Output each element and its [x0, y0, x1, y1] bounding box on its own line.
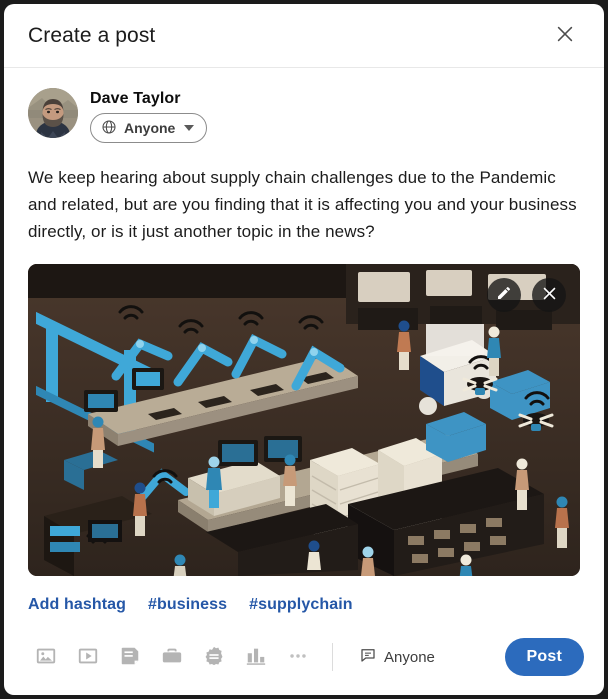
author-meta: Dave Taylor Anyone: [90, 88, 208, 143]
add-hashtag-link[interactable]: Add hashtag: [28, 596, 126, 614]
composer-toolbar: Anyone Post: [4, 623, 604, 695]
avatar[interactable]: [28, 88, 78, 138]
create-poll-button[interactable]: [236, 637, 276, 677]
add-document-button[interactable]: [110, 637, 150, 677]
briefcase-icon: [161, 645, 183, 670]
hashtag-bar: Add hashtag #business #supplychain: [4, 576, 604, 614]
document-icon: [119, 645, 141, 670]
add-video-button[interactable]: [68, 637, 108, 677]
author-name: Dave Taylor: [90, 90, 181, 107]
image-icon: [35, 645, 57, 670]
celebrate-button[interactable]: [194, 637, 234, 677]
comment-audience-selector[interactable]: Anyone: [349, 641, 445, 673]
dialog-header: Create a post: [4, 4, 604, 68]
close-icon: [554, 23, 576, 48]
toolbar-divider: [332, 643, 333, 671]
close-dialog-button[interactable]: [546, 17, 584, 55]
media-preview: [28, 263, 580, 576]
comment-audience-label: Anyone: [384, 648, 435, 666]
globe-icon: [101, 119, 117, 138]
author-row: Dave Taylor Anyone: [4, 68, 604, 143]
create-job-button[interactable]: [152, 637, 192, 677]
comment-icon: [359, 646, 377, 668]
edit-media-button[interactable]: [487, 277, 521, 312]
remove-media-button[interactable]: [532, 277, 566, 312]
pencil-icon: [496, 285, 512, 304]
audience-label: Anyone: [124, 120, 176, 136]
page-title: Create a post: [28, 23, 156, 47]
add-photo-button[interactable]: [26, 637, 66, 677]
ellipsis-icon: [287, 645, 309, 670]
award-icon: [203, 645, 225, 670]
video-icon: [77, 645, 99, 670]
avatar-image: [28, 88, 78, 138]
hashtag-chip[interactable]: #business: [148, 596, 227, 614]
close-icon: [541, 285, 558, 305]
hashtag-chip[interactable]: #supplychain: [249, 596, 352, 614]
more-options-button[interactable]: [278, 637, 318, 677]
chevron-down-icon: [184, 125, 195, 131]
poll-icon: [245, 645, 267, 670]
create-post-dialog: Create a post Dave Taylor Anyone We keep…: [4, 4, 604, 695]
post-text[interactable]: We keep hearing about supply chain chall…: [4, 143, 604, 246]
media-actions: [487, 277, 566, 312]
post-button[interactable]: Post: [504, 638, 584, 676]
audience-selector[interactable]: Anyone: [90, 113, 208, 143]
